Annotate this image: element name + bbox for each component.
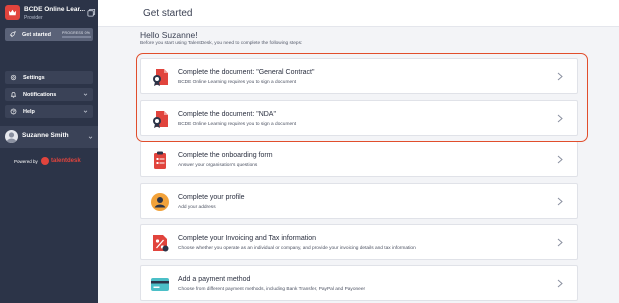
step-card-invoicing-tax[interactable]: Complete your Invoicing and Tax informat…: [140, 224, 578, 260]
sidebar-item-notifications[interactable]: Notifications: [5, 88, 93, 101]
user-name: Suzanne Smith: [22, 132, 69, 139]
progress-bar: [62, 36, 91, 38]
credit-card-icon: [151, 278, 169, 291]
powered-by-label: Powered by: [14, 159, 38, 164]
avatar: [5, 130, 18, 143]
header: Get started: [98, 0, 619, 27]
brand-role: Provider: [24, 15, 43, 21]
sidebar-item-label: Get started: [22, 31, 52, 38]
user-menu[interactable]: Suzanne Smith: [0, 126, 98, 148]
step-title: Complete your profile: [178, 194, 245, 201]
brand-logo-icon: [5, 5, 20, 20]
tax-icon: [153, 235, 169, 252]
brand-name: BCDE Online Lear...: [24, 6, 86, 13]
step-title: Complete the onboarding form: [178, 152, 273, 159]
step-description: Choose from different payment methods, i…: [178, 287, 366, 292]
page-title: Get started: [143, 8, 193, 19]
clipboard-icon: [154, 151, 166, 169]
step-title: Complete your Invoicing and Tax informat…: [178, 235, 317, 242]
talentdesk-brand: talentdesk: [51, 158, 81, 164]
sidebar-item-help[interactable]: Help: [5, 105, 93, 118]
sidebar-item-label: Help: [23, 108, 35, 115]
chevron-right-icon: [557, 197, 563, 206]
rocket-icon: [9, 31, 16, 38]
sidebar: BCDE Online Lear... Provider Get started…: [0, 0, 98, 303]
subtitle: Before you start using TalentDesk, you n…: [140, 41, 303, 46]
user-avatar-icon: [6, 132, 17, 143]
chevron-down-icon: [88, 136, 93, 139]
sidebar-item-label: Settings: [23, 74, 45, 81]
chevron-right-icon: [557, 279, 563, 288]
chevron-down-icon: [83, 110, 88, 113]
chevron-right-icon: [557, 155, 563, 164]
chevron-down-icon: [83, 93, 88, 96]
brand-switcher[interactable]: BCDE Online Lear... Provider: [5, 5, 96, 23]
greeting: Hello Suzanne!: [140, 30, 198, 40]
step-description: Choose whether you operate as an individ…: [178, 246, 416, 251]
chevron-right-icon: [557, 238, 563, 247]
talentdesk-logo-icon: [41, 157, 49, 165]
sidebar-item-get-started[interactable]: Get started PROGRESS 0%: [5, 28, 93, 41]
step-card-payment-method[interactable]: Add a payment method Choose from differe…: [140, 265, 578, 301]
step-card-onboarding-form[interactable]: Complete the onboarding form Answer your…: [140, 141, 578, 177]
progress-label: PROGRESS 0%: [62, 31, 91, 35]
highlight-outline: [136, 53, 588, 142]
step-title: Add a payment method: [178, 276, 251, 283]
switch-account-icon[interactable]: [87, 8, 96, 17]
profile-icon: [151, 193, 169, 211]
step-description: Answer your organisation's questions: [178, 163, 258, 168]
sidebar-item-settings[interactable]: Settings: [5, 71, 93, 84]
bell-icon: [10, 92, 17, 98]
help-icon: [10, 108, 17, 115]
step-description: Add your address: [178, 205, 216, 210]
sidebar-item-label: Notifications: [23, 91, 57, 98]
gear-icon: [10, 74, 17, 81]
step-card-profile[interactable]: Complete your profile Add your address: [140, 183, 578, 219]
